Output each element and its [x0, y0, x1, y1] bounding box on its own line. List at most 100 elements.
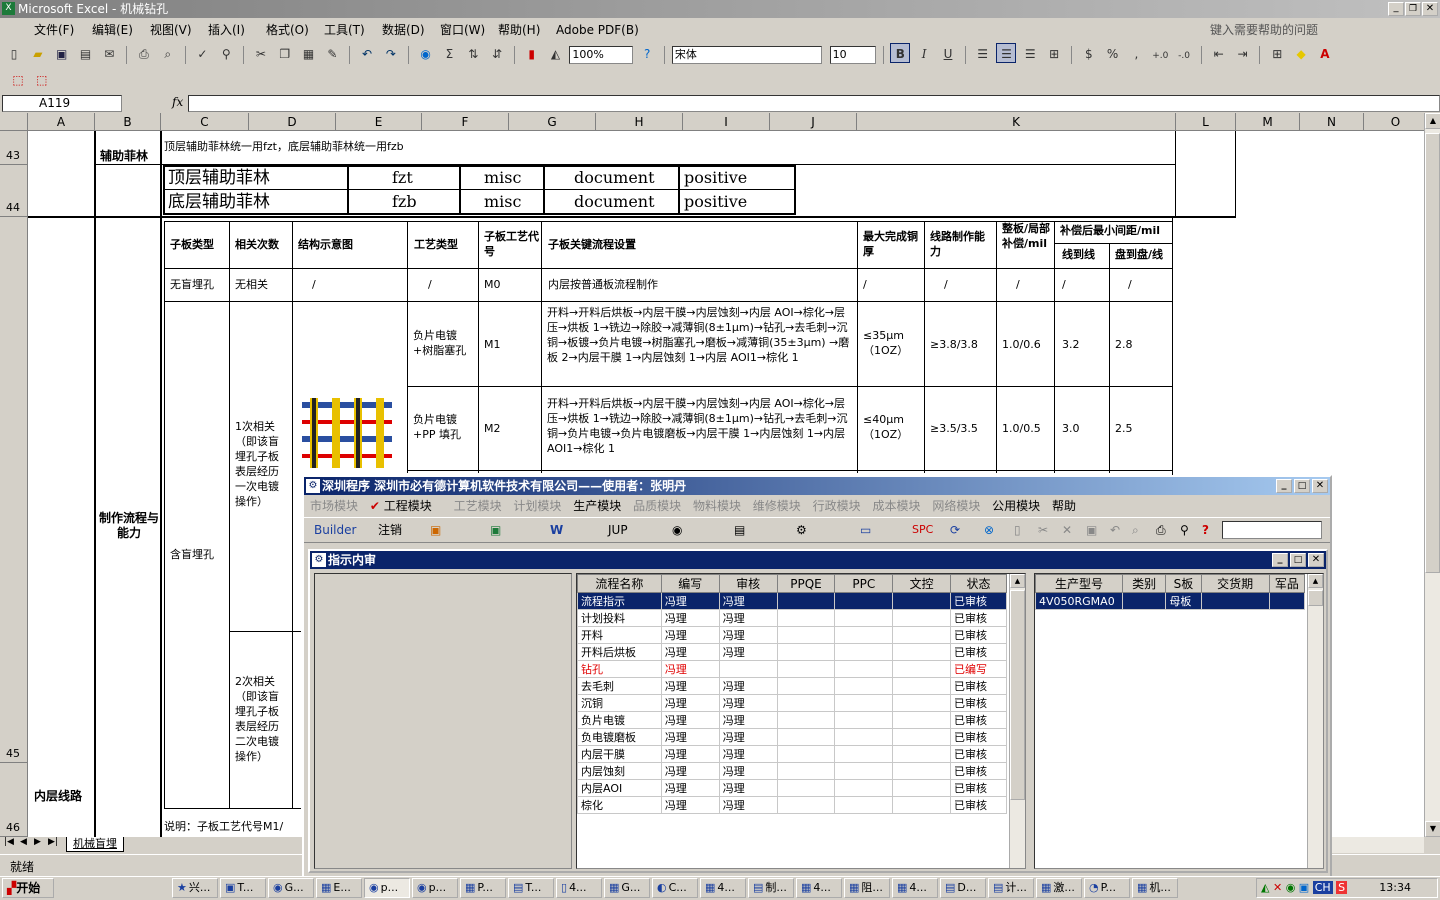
menu-file[interactable]: 文件(F)	[34, 19, 74, 41]
align-right-icon[interactable]: ☰	[1020, 44, 1040, 64]
col-header-k[interactable]: K	[857, 113, 1176, 131]
formula-input[interactable]	[188, 95, 1440, 112]
table-row[interactable]: 沉铜 冯理 冯理 已审核	[577, 694, 1007, 712]
col-header-g[interactable]: G	[509, 113, 596, 131]
table-row[interactable]: 开料后烘板 冯理 冯理 已审核	[577, 643, 1007, 661]
tab-nav-first[interactable]: |◀	[4, 837, 14, 847]
taskbar-item[interactable]: ▣ T...	[220, 878, 266, 898]
taskbar-item[interactable]: ▦ 激...	[1036, 878, 1082, 898]
link-icon[interactable]: ⊗	[984, 518, 994, 542]
undo-icon[interactable]: ↶	[357, 44, 377, 64]
save-app-icon[interactable]: ▣	[1086, 518, 1097, 542]
menu-format[interactable]: 格式(O)	[266, 19, 309, 41]
chart-wizard-icon[interactable]: ▮	[522, 44, 542, 64]
word-export-icon[interactable]: W	[550, 518, 563, 542]
menu-admin[interactable]: 行政模块	[813, 499, 861, 513]
print-preview-icon[interactable]: ⌕	[158, 44, 178, 64]
open-icon[interactable]: ▰	[28, 44, 48, 64]
menu-maintenance[interactable]: 维修模块	[753, 499, 801, 513]
flow-grid[interactable]: 流程名称 编写 审核 PPQE PPC 文控 状态 流程指示 冯理 冯理 已审核 计划投…	[576, 573, 1026, 869]
col-header-b[interactable]: B	[95, 113, 161, 131]
taskbar-item[interactable]: ▤ 制...	[748, 878, 794, 898]
menu-market[interactable]: 市场模块	[310, 499, 358, 513]
spc-button[interactable]: SPC	[912, 518, 933, 542]
powerpoint-icon[interactable]: ▣	[430, 518, 441, 542]
help-icon[interactable]: ?	[637, 44, 657, 64]
table-row[interactable]: 4V050RGMA0 母板	[1035, 592, 1306, 610]
menu-app-help[interactable]: 帮助	[1052, 499, 1076, 513]
taskbar-item[interactable]: ◔ P...	[1084, 878, 1130, 898]
format-painter-icon[interactable]: ✎	[322, 44, 342, 64]
table-row[interactable]: 棕化 冯理 冯理 已审核	[577, 796, 1007, 814]
table-row[interactable]: 开料 冯理 冯理 已审核	[577, 626, 1007, 644]
restore-button[interactable]: ❐	[1405, 2, 1421, 16]
hyperlink-icon[interactable]: ◉	[416, 44, 436, 64]
tray-icon-d[interactable]: ▣	[1299, 881, 1309, 894]
permission-icon[interactable]: ▤	[75, 44, 95, 64]
taskbar-item[interactable]: ◉ p...	[364, 878, 410, 898]
increase-indent-icon[interactable]: ⇥	[1233, 44, 1253, 64]
menu-production[interactable]: 生产模块	[573, 499, 621, 513]
scroll-thumb[interactable]	[1425, 133, 1440, 573]
percent-icon[interactable]: %	[1103, 44, 1123, 64]
jup-button[interactable]: JUP	[608, 518, 628, 542]
research-icon[interactable]: ⚲	[216, 44, 236, 64]
col-ppqe[interactable]: PPQE	[776, 574, 836, 593]
close-button[interactable]: ✕	[1422, 2, 1438, 16]
menu-network[interactable]: 网络模块	[932, 499, 980, 513]
print-icon[interactable]: ⎙	[134, 44, 154, 64]
convert-pdf-mail-icon[interactable]: ⬚	[32, 70, 52, 90]
scroll-up-button[interactable]: ▲	[1425, 113, 1440, 129]
drawing-icon[interactable]: ◭	[546, 44, 566, 64]
child-close-button[interactable]: ✕	[1308, 553, 1324, 567]
excel-export-icon[interactable]: ▣	[490, 518, 501, 542]
table-row[interactable]: 内层干膜 冯理 冯理 已审核	[577, 745, 1007, 763]
taskbar-item[interactable]: ▦ E...	[316, 878, 362, 898]
col-header-j[interactable]: J	[770, 113, 857, 131]
app-close-button[interactable]: ✕	[1312, 479, 1328, 493]
print-app-icon[interactable]: ⎙	[1156, 518, 1166, 542]
convert-pdf-icon[interactable]: ⬚	[8, 70, 28, 90]
spelling-icon[interactable]: ✓	[192, 44, 212, 64]
new-doc-icon[interactable]: ▯	[1014, 518, 1021, 542]
table-row[interactable]: 内层AOI 冯理 冯理 已审核	[577, 779, 1007, 797]
language-indicator[interactable]: CH	[1312, 881, 1333, 894]
undo-app-icon[interactable]: ↶	[1110, 518, 1120, 542]
col-header-h[interactable]: H	[596, 113, 683, 131]
name-box[interactable]: A119	[2, 95, 122, 112]
taskbar-item[interactable]: ★ 兴...	[172, 878, 218, 898]
zoom-select[interactable]: 100%	[569, 45, 634, 64]
taskbar-item[interactable]: ◉ G...	[268, 878, 314, 898]
find-icon[interactable]: ⚲	[1180, 518, 1189, 542]
bold-icon[interactable]: B	[890, 43, 911, 63]
menu-edit[interactable]: 编辑(E)	[92, 19, 133, 41]
redo-icon[interactable]: ↷	[381, 44, 401, 64]
row-header-44[interactable]: 44	[0, 165, 28, 217]
menu-material[interactable]: 物料模块	[693, 499, 741, 513]
start-button[interactable]: ▞开始	[2, 878, 54, 898]
menu-data[interactable]: 数据(D)	[382, 19, 425, 41]
menu-plan[interactable]: 计划模块	[513, 499, 561, 513]
menu-common[interactable]: 公用模块	[992, 499, 1040, 513]
col-s-board[interactable]: S板	[1165, 574, 1202, 593]
row-header-46[interactable]: 46	[0, 763, 28, 837]
taskbar-item[interactable]: ▦ 4...	[700, 878, 746, 898]
taskbar-item[interactable]: ◉ p...	[412, 878, 458, 898]
font-size-select[interactable]: 10	[829, 45, 876, 64]
decrease-decimal-icon[interactable]: -.0	[1174, 46, 1194, 66]
model-grid-scrollbar[interactable]: ▲	[1307, 574, 1323, 868]
fill-color-icon[interactable]: ◆	[1291, 44, 1311, 64]
menu-process[interactable]: 工艺模块	[454, 499, 502, 513]
table-row[interactable]: 内层蚀刻 冯理 冯理 已审核	[577, 762, 1007, 780]
fx-icon[interactable]: fx	[172, 95, 183, 109]
menu-tools[interactable]: 工具(T)	[324, 19, 365, 41]
col-reviewer[interactable]: 审核	[718, 574, 778, 593]
currency-icon[interactable]: $	[1079, 44, 1099, 64]
app-max-button[interactable]: □	[1294, 479, 1310, 493]
taskbar-item[interactable]: ▦ 阻...	[844, 878, 890, 898]
col-flow-name[interactable]: 流程名称	[577, 574, 662, 593]
col-header-i[interactable]: I	[683, 113, 770, 131]
col-status[interactable]: 状态	[950, 574, 1007, 593]
left-panel[interactable]	[314, 573, 572, 869]
comma-icon[interactable]: ,	[1126, 44, 1146, 64]
